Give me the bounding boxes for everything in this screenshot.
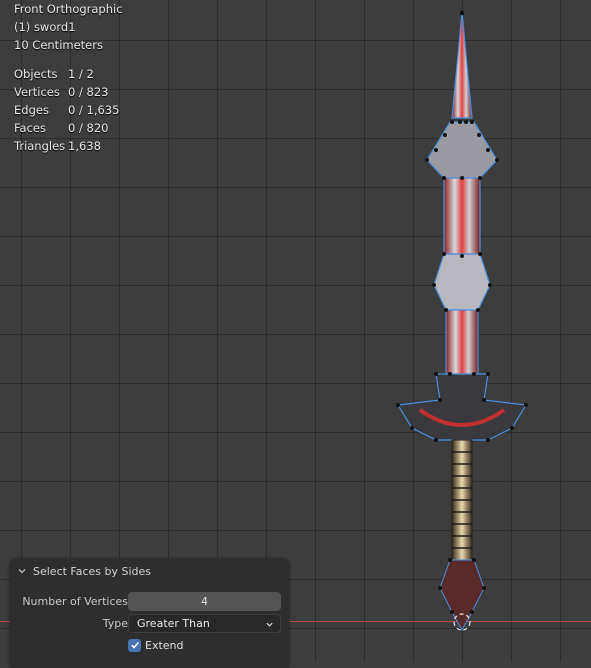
statistics: Objects 1 / 2 Vertices 0 / 823 Edges 0 / 1,…	[14, 65, 123, 155]
blade-lower	[445, 309, 479, 375]
checkmark-icon	[130, 642, 139, 649]
type-value: Greater Than	[137, 616, 210, 630]
stat-row: Faces 0 / 820	[14, 119, 123, 137]
extend-row: Extend	[10, 635, 289, 655]
stat-row: Objects 1 / 2	[14, 65, 123, 83]
stat-label: Vertices	[14, 85, 60, 99]
grid-scale: 10 Centimeters	[14, 38, 103, 52]
blade-tip	[451, 11, 473, 119]
view-name: Front Orthographic	[14, 2, 123, 16]
number-of-vertices-label: Number of Vertices	[22, 594, 128, 608]
operator-redo-panel: Select Faces by Sides Number of Vertices…	[10, 558, 289, 668]
sword-mesh[interactable]	[380, 0, 540, 640]
type-dropdown[interactable]: Greater Than	[128, 613, 281, 633]
stat-value: 1,638	[68, 139, 101, 153]
number-of-vertices-row: Number of Vertices 4	[10, 591, 289, 611]
extend-label[interactable]: Extend	[145, 639, 184, 652]
extend-checkbox[interactable]	[128, 638, 141, 652]
stat-value: 0 / 823	[68, 85, 109, 99]
blade-body	[443, 177, 481, 255]
panel-title: Select Faces by Sides	[33, 564, 152, 578]
stat-label: Objects	[14, 67, 58, 81]
pommel	[439, 559, 485, 632]
type-row: Type Greater Than	[10, 613, 289, 633]
stat-row: Triangles 1,638	[14, 137, 123, 155]
stat-label: Faces	[14, 121, 46, 135]
middle-ornament	[433, 253, 491, 311]
object-name: (1) sword1	[14, 20, 76, 34]
crossguard	[397, 373, 527, 441]
number-of-vertices-field[interactable]: 4	[128, 591, 281, 611]
chevron-down-icon	[266, 622, 273, 627]
stat-value: 1 / 2	[68, 67, 94, 81]
stat-label: Triangles	[14, 139, 66, 153]
chevron-down-icon[interactable]	[17, 566, 27, 576]
panel-header[interactable]: Select Faces by Sides	[10, 558, 289, 584]
viewport-text-overlay: Front Orthographic (1) sword1 10 Centime…	[14, 0, 123, 155]
stat-label: Edges	[14, 103, 49, 117]
stat-value: 0 / 1,635	[68, 103, 120, 117]
type-label: Type	[102, 616, 128, 630]
stat-row: Vertices 0 / 823	[14, 83, 123, 101]
stat-value: 0 / 820	[68, 121, 109, 135]
stat-row: Edges 0 / 1,635	[14, 101, 123, 119]
